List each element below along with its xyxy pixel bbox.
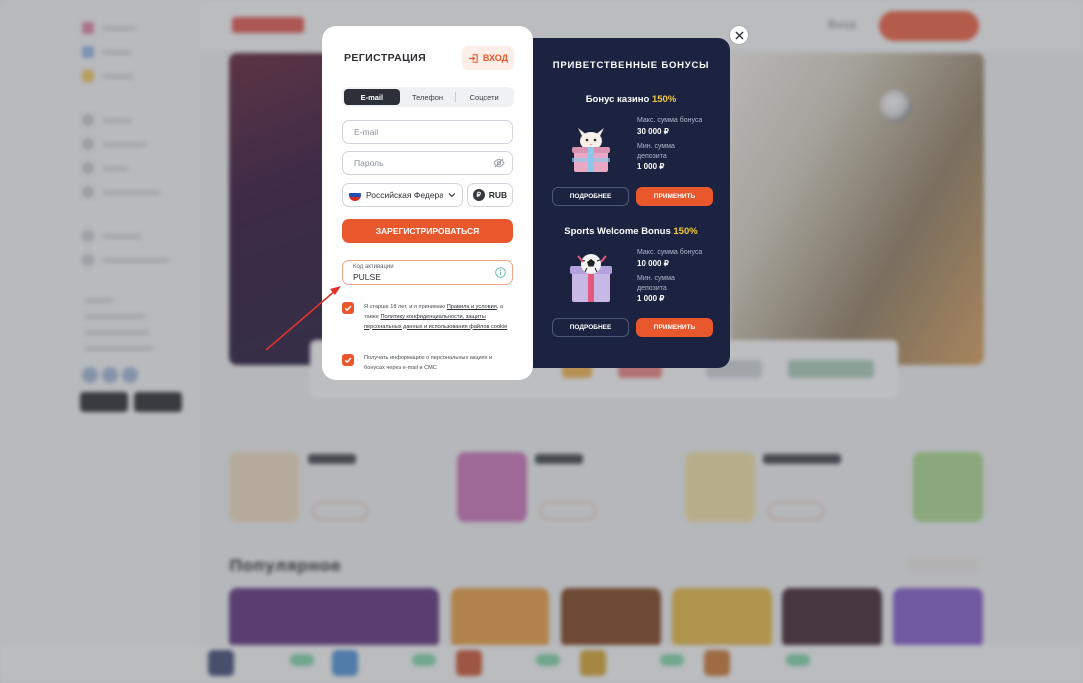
gift-box-football-icon	[570, 254, 612, 302]
age-terms-text: Я старше 18 лет, и я принимаю Правила и …	[364, 303, 514, 332]
login-button[interactable]: ВХОД	[462, 46, 514, 70]
activation-code-field[interactable]: Код активации PULSE	[342, 260, 513, 285]
activation-code-label: Код активации	[353, 264, 394, 270]
casino-apply-button[interactable]: ПРИМЕНИТЬ	[636, 187, 713, 206]
privacy-policy-link[interactable]: Политику конфиденциальности, защиты перс…	[364, 314, 507, 330]
registration-modal: РЕГИСТРАЦИЯ ВХОД E-mail Телефон Соцсети …	[322, 26, 533, 380]
age-terms-checkbox[interactable]	[342, 302, 354, 314]
casino-bonus-title: Бонус казино 150%	[532, 94, 730, 105]
marketing-checkbox[interactable]	[342, 354, 354, 366]
offer-min-label: Мин. сумма депозита	[637, 275, 675, 292]
tab-phone[interactable]: Телефон	[400, 89, 456, 105]
sports-apply-button[interactable]: ПРИМЕНИТЬ	[636, 318, 713, 337]
activation-code-value: PULSE	[353, 272, 381, 282]
bonus-panel-title: ПРИВЕТСТВЕННЫЕ БОНУСЫ	[552, 60, 710, 71]
country-select[interactable]: Российская Федерация	[342, 183, 463, 207]
offer-name: Sports Welcome Bonus	[564, 226, 671, 237]
offer-max-label: Макс. сумма бонуса	[637, 117, 703, 124]
login-label: ВХОД	[482, 53, 509, 63]
sports-bonus-title: Sports Welcome Bonus 150%	[532, 226, 730, 237]
close-icon	[735, 31, 743, 39]
offer-min-value: 1 000 ₽	[637, 294, 665, 303]
check-icon	[344, 305, 352, 312]
welcome-bonus-panel: ПРИВЕТСТВЕННЫЕ БОНУСЫ Бонус казино 150% …	[532, 38, 730, 368]
email-placeholder: E-mail	[354, 127, 379, 137]
ruble-icon: ₽	[472, 189, 485, 201]
rules-link[interactable]: Правила и условия	[447, 304, 497, 310]
sports-more-button[interactable]: ПОДРОБНЕЕ	[552, 318, 629, 337]
info-icon[interactable]	[495, 267, 506, 278]
offer-name: Бонус казино	[585, 94, 650, 105]
terms-prefix: Я старше 18 лет, и я принимаю	[364, 304, 447, 310]
offer-max-label: Макс. сумма бонуса	[637, 249, 703, 256]
offer-min-label: Мин. сумма депозита	[637, 143, 675, 160]
eye-off-icon[interactable]	[493, 157, 505, 169]
registration-title: РЕГИСТРАЦИЯ	[344, 52, 427, 64]
email-field[interactable]: E-mail	[342, 120, 513, 144]
password-field[interactable]: Пароль	[342, 151, 513, 175]
check-icon	[344, 357, 352, 364]
password-placeholder: Пароль	[354, 158, 384, 168]
chevron-down-icon	[448, 193, 456, 198]
country-value: Российская Федерация	[366, 190, 444, 200]
offer-min-value: 1 000 ₽	[637, 162, 665, 171]
close-modal-button[interactable]	[730, 26, 748, 44]
login-icon	[468, 53, 478, 63]
currency-select[interactable]: ₽ RUB	[467, 183, 513, 207]
tab-email[interactable]: E-mail	[344, 89, 400, 105]
offer-percent: 150%	[673, 226, 698, 237]
currency-value: RUB	[488, 190, 508, 200]
offer-percent: 150%	[651, 94, 677, 105]
gift-box-fox-icon	[572, 128, 610, 172]
offer-max-value: 30 000 ₽	[637, 127, 669, 136]
registration-tabs: E-mail Телефон Соцсети	[342, 87, 514, 107]
register-button[interactable]: ЗАРЕГИСТРИРОВАТЬСЯ	[342, 219, 513, 243]
offer-max-value: 10 000 ₽	[637, 259, 669, 268]
tab-social[interactable]: Соцсети	[456, 89, 512, 105]
casino-more-button[interactable]: ПОДРОБНЕЕ	[552, 187, 629, 206]
marketing-text: Получать информацию о персональных акция…	[364, 355, 493, 371]
russia-flag-icon	[349, 189, 361, 201]
